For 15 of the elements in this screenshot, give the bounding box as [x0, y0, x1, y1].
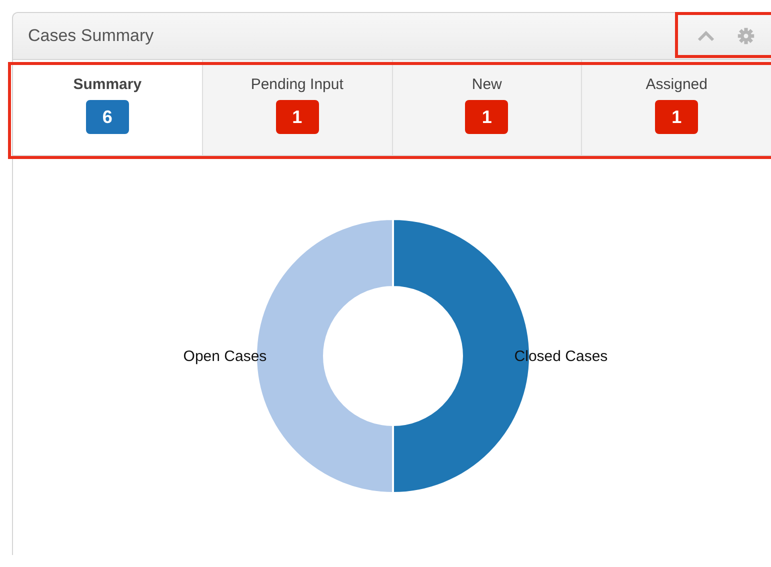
count-badge: 1: [655, 100, 698, 134]
tab-label: Assigned: [646, 76, 708, 93]
summary-tab[interactable]: New 1: [392, 60, 582, 155]
tab-label: New: [472, 76, 502, 93]
collapse-chevron-icon[interactable]: [697, 30, 715, 42]
settings-icon[interactable]: [737, 27, 755, 45]
tab-label: Summary: [73, 76, 142, 93]
summary-tab[interactable]: Pending Input 1: [202, 60, 392, 155]
summary-tab[interactable]: Assigned 1: [581, 60, 771, 155]
tab-label: Pending Input: [250, 76, 344, 93]
count-badge: 1: [465, 100, 508, 134]
dashlet-title: Cases Summary: [28, 26, 154, 46]
count-badge: 6: [86, 100, 129, 134]
slice-label: Open Cases: [183, 348, 267, 365]
count-badge: 1: [276, 100, 319, 134]
